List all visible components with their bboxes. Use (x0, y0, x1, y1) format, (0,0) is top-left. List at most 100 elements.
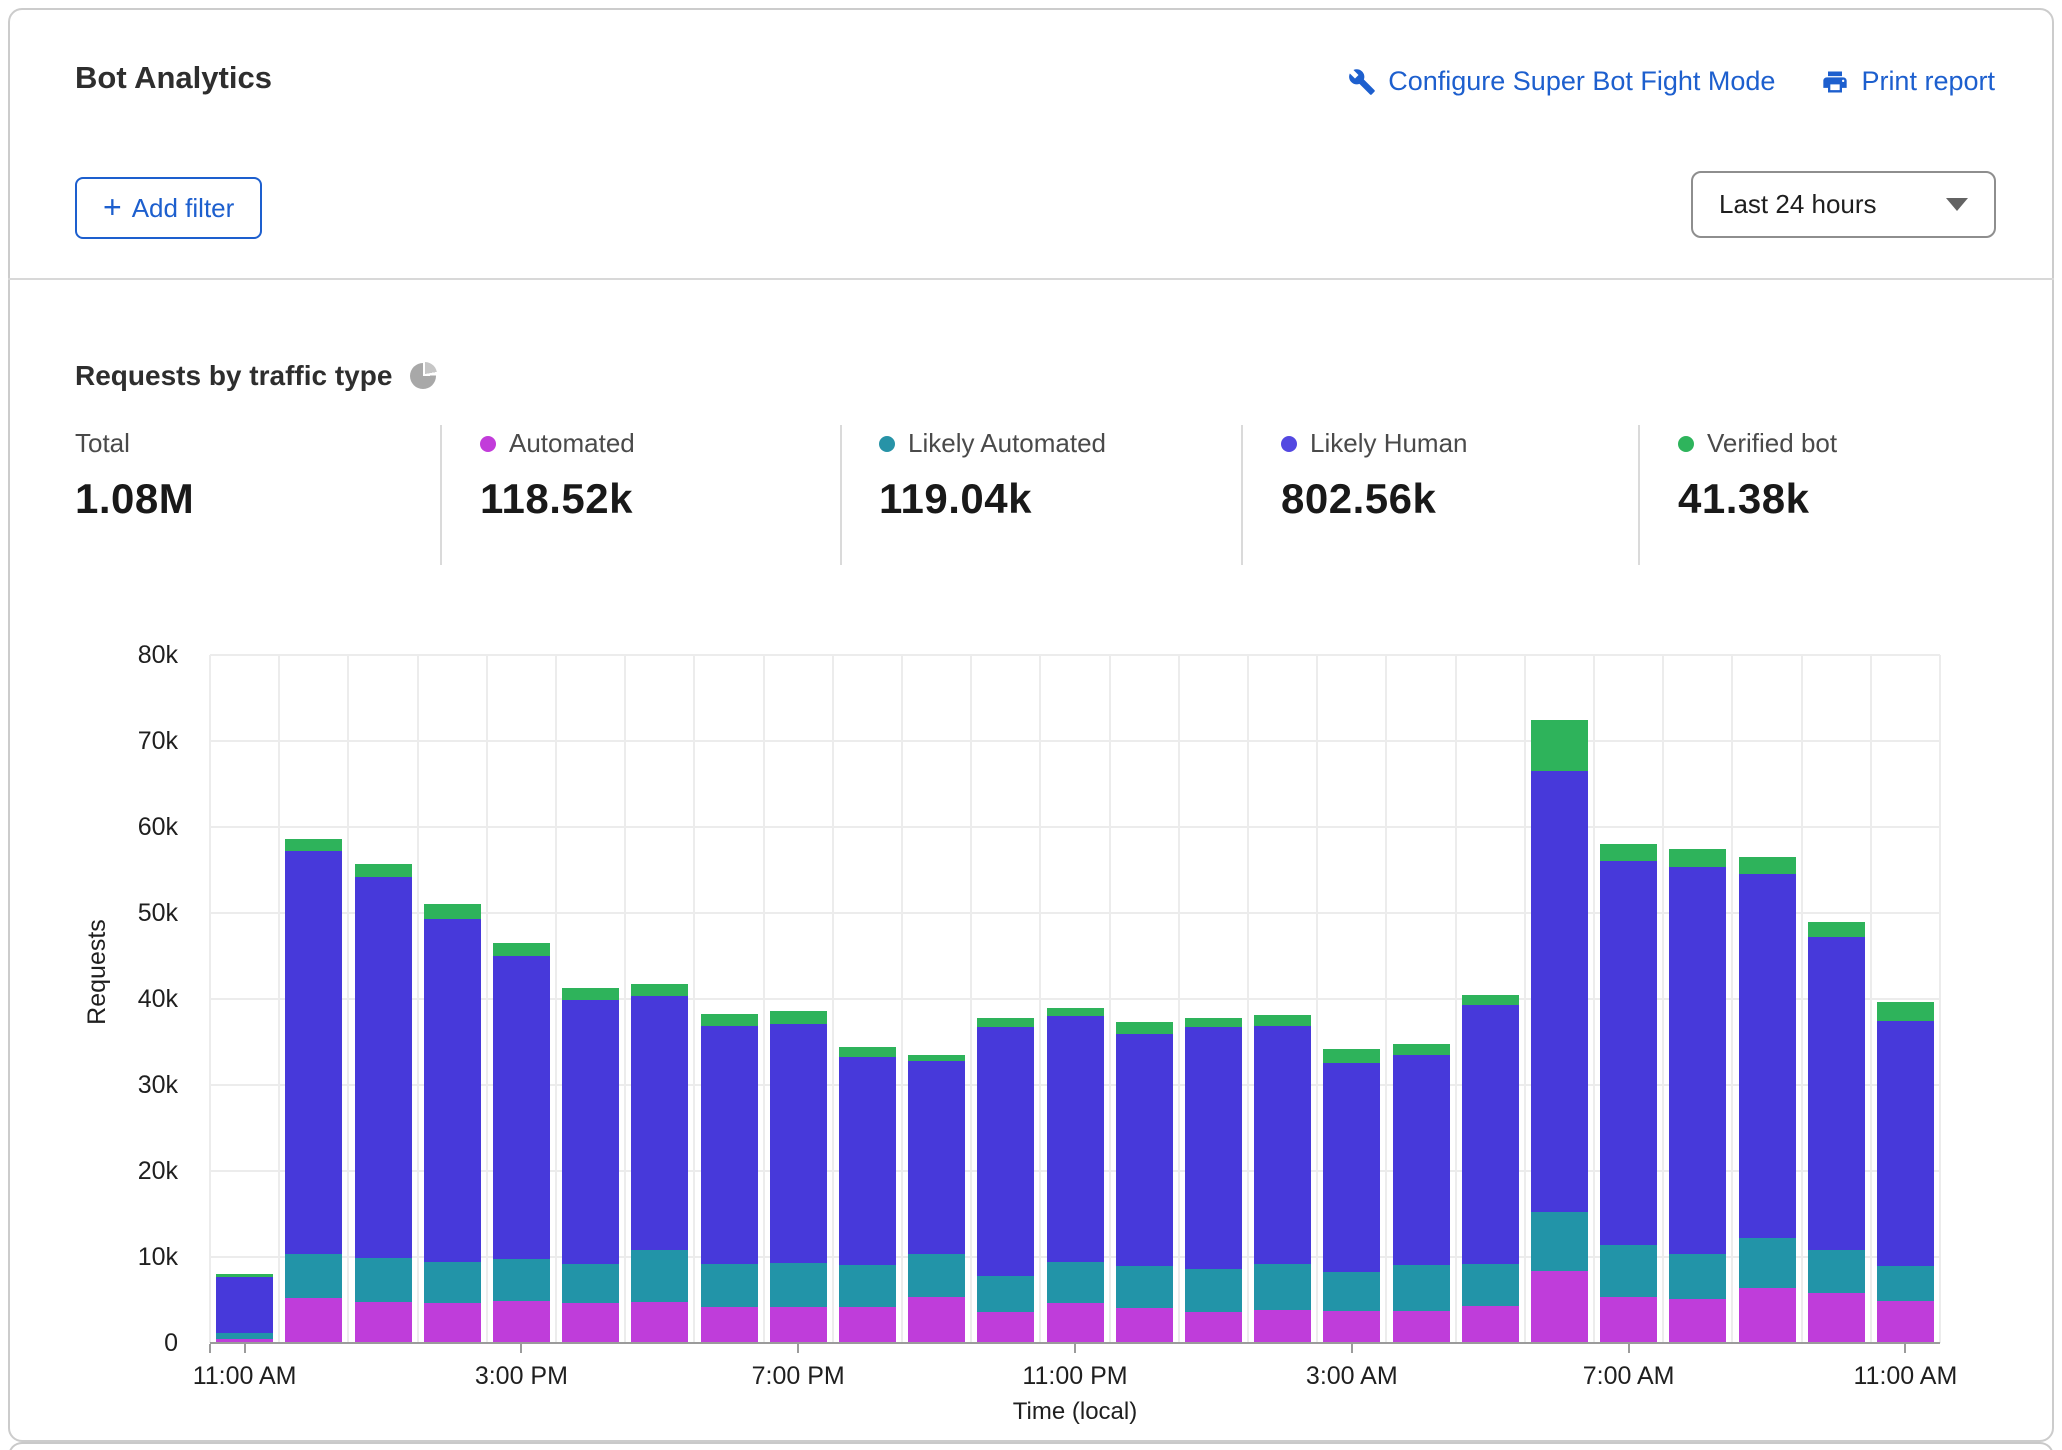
bar-segment-automated (839, 1307, 896, 1343)
bar-segment-automated (770, 1307, 827, 1343)
chart-bar[interactable] (1462, 995, 1519, 1343)
bar-segment-likely-automated (562, 1264, 619, 1304)
legend-dot-icon (1281, 436, 1297, 452)
bar-segment-verified-bot (631, 984, 688, 997)
chart-bar[interactable] (562, 988, 619, 1343)
chart-bar[interactable] (1116, 1022, 1173, 1343)
bar-segment-likely-automated (1669, 1254, 1726, 1299)
x-tick-label: 7:00 PM (683, 1362, 913, 1391)
bot-analytics-page: Bot Analytics Configure Super Bot Fight … (0, 0, 2062, 1450)
stat-value: 41.38k (1678, 475, 1837, 523)
axis-tick (1628, 1344, 1630, 1353)
bar-segment-verified-bot (216, 1274, 273, 1277)
chart-bar[interactable] (216, 1274, 273, 1343)
print-link-label: Print report (1861, 66, 1995, 97)
page-title: Bot Analytics (75, 60, 272, 96)
bar-segment-likely-human (1462, 1005, 1519, 1264)
bar-segment-automated (1116, 1308, 1173, 1343)
configure-link-label: Configure Super Bot Fight Mode (1388, 66, 1775, 97)
chart-bar[interactable] (355, 864, 412, 1343)
stat-divider (1638, 425, 1640, 565)
x-tick-label: 11:00 PM (960, 1362, 1190, 1391)
chart-bar[interactable] (908, 1055, 965, 1343)
bar-segment-likely-automated (355, 1258, 412, 1302)
axis-tick (209, 1344, 211, 1353)
chart-bar[interactable] (1877, 1002, 1934, 1343)
chart-bar[interactable] (631, 984, 688, 1343)
chart-bar[interactable] (1600, 844, 1657, 1343)
bar-segment-likely-human (770, 1024, 827, 1263)
chart-bar[interactable] (1254, 1015, 1311, 1343)
bar-segment-verified-bot (1116, 1022, 1173, 1034)
stat-divider (1241, 425, 1243, 565)
chart-bar[interactable] (285, 839, 342, 1343)
bar-segment-likely-automated (1877, 1266, 1934, 1301)
section-heading: Requests by traffic type (75, 360, 436, 392)
chart-bar[interactable] (493, 943, 550, 1343)
chart-bar[interactable] (1047, 1008, 1104, 1343)
bar-segment-automated (977, 1312, 1034, 1343)
configure-super-bot-fight-mode-link[interactable]: Configure Super Bot Fight Mode (1348, 66, 1775, 97)
axis-tick (244, 1344, 246, 1353)
add-filter-button[interactable]: + Add filter (75, 177, 262, 239)
bar-segment-verified-bot (977, 1018, 1034, 1028)
stat-label: Automated (509, 428, 635, 459)
stat-divider (440, 425, 442, 565)
axis-tick (1904, 1344, 1906, 1353)
print-report-link[interactable]: Print report (1821, 66, 1995, 97)
bar-segment-verified-bot (1600, 844, 1657, 861)
bar-segment-verified-bot (1462, 995, 1519, 1005)
bar-segment-automated (1047, 1303, 1104, 1343)
chart-bar[interactable] (839, 1047, 896, 1343)
bar-segment-automated (355, 1302, 412, 1343)
bar-segment-likely-human (493, 956, 550, 1259)
chart-bar[interactable] (770, 1011, 827, 1343)
legend-dot-icon (480, 436, 496, 452)
bar-segment-likely-human (1185, 1027, 1242, 1270)
chart-bar[interactable] (1739, 857, 1796, 1343)
bar-segment-verified-bot (424, 904, 481, 920)
bar-segment-automated (1254, 1310, 1311, 1344)
bar-segment-verified-bot (908, 1055, 965, 1061)
chart-bar[interactable] (701, 1014, 758, 1343)
x-tick-label: 11:00 AM (130, 1362, 360, 1391)
chart-bar[interactable] (1531, 720, 1588, 1344)
y-tick-label: 20k (58, 1156, 178, 1186)
bar-segment-automated (631, 1302, 688, 1343)
bar-segment-verified-bot (562, 988, 619, 1000)
chart-bar[interactable] (1323, 1049, 1380, 1343)
y-tick-label: 60k (58, 812, 178, 842)
bar-segment-likely-human (1116, 1034, 1173, 1265)
y-tick-label: 50k (58, 898, 178, 928)
stat-label: Verified bot (1707, 428, 1837, 459)
x-tick-label: 3:00 PM (406, 1362, 636, 1391)
y-tick-label: 70k (58, 726, 178, 756)
bar-segment-verified-bot (1739, 857, 1796, 874)
bar-segment-verified-bot (1531, 720, 1588, 772)
chart-bar[interactable] (424, 904, 481, 1343)
bar-segment-likely-human (216, 1277, 273, 1333)
bar-segment-likely-automated (977, 1276, 1034, 1312)
axis-tick (1074, 1344, 1076, 1353)
chart-bar[interactable] (1393, 1044, 1450, 1343)
chart-bar[interactable] (1185, 1018, 1242, 1343)
stat-value: 1.08M (75, 475, 194, 523)
y-tick-label: 40k (58, 984, 178, 1014)
chart-bar[interactable] (977, 1018, 1034, 1343)
bar-segment-verified-bot (1393, 1044, 1450, 1055)
axis-tick (520, 1344, 522, 1353)
bar-segment-automated (562, 1303, 619, 1343)
time-range-value: Last 24 hours (1719, 189, 1946, 220)
chart-bar[interactable] (1808, 922, 1865, 1343)
time-range-select[interactable]: Last 24 hours (1691, 171, 1996, 238)
chevron-down-icon (1946, 198, 1968, 211)
bar-segment-verified-bot (701, 1014, 758, 1026)
bar-segment-automated (1600, 1297, 1657, 1343)
bar-segment-likely-human (908, 1061, 965, 1254)
bar-segment-likely-automated (770, 1263, 827, 1307)
bar-segment-automated (1739, 1288, 1796, 1343)
bar-segment-likely-human (631, 996, 688, 1250)
bar-segment-likely-automated (1116, 1266, 1173, 1308)
bar-segment-automated (285, 1298, 342, 1343)
chart-bar[interactable] (1669, 849, 1726, 1343)
